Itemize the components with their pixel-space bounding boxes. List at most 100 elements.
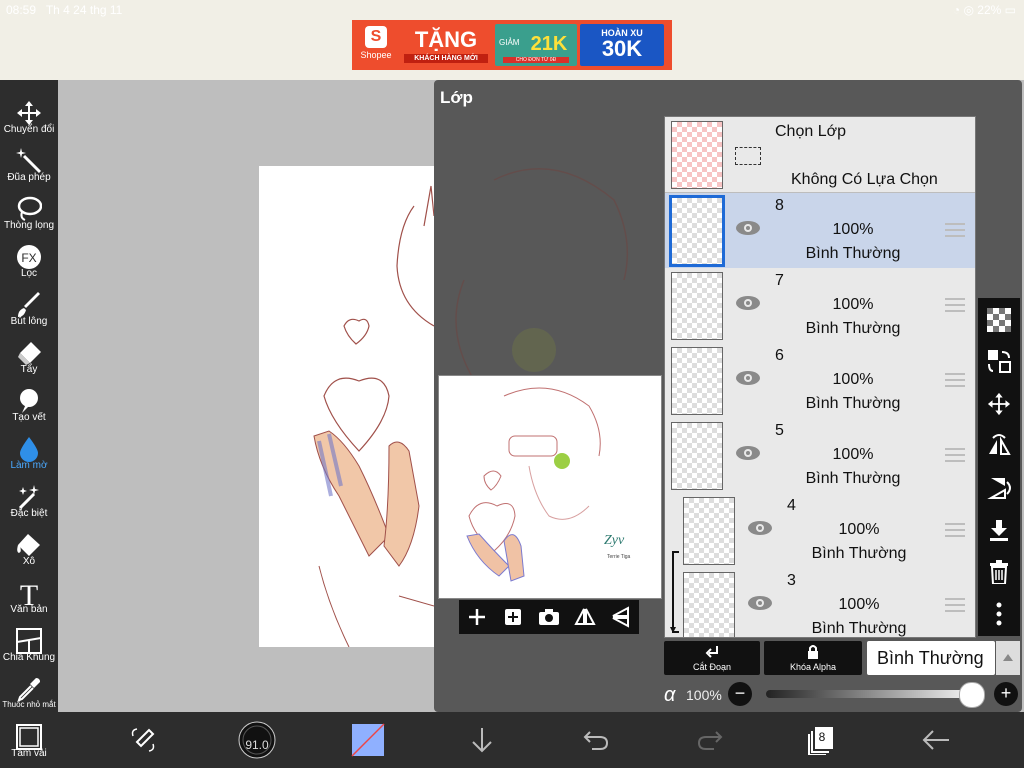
layer-row-4[interactable]: 4 100% Bình Thường bbox=[665, 493, 975, 569]
flip-layer-horizontal-button[interactable] bbox=[978, 426, 1020, 466]
selection-marquee-icon bbox=[735, 147, 761, 165]
shopee-logo: S Shopee bbox=[352, 20, 400, 70]
tool-text[interactable]: T Văn bản bbox=[0, 570, 58, 618]
tool-eraser[interactable]: Tẩy bbox=[0, 330, 58, 378]
canvas-icon bbox=[16, 724, 42, 750]
drawing-paper[interactable] bbox=[259, 166, 435, 648]
opacity-slider-knob[interactable] bbox=[959, 682, 985, 708]
eye-icon[interactable] bbox=[747, 595, 773, 611]
tool-blur[interactable]: Làm mờ bbox=[0, 426, 58, 474]
drag-handle-icon[interactable] bbox=[945, 373, 965, 391]
add-layer-copy-button[interactable] bbox=[495, 600, 531, 634]
move-icon bbox=[17, 101, 41, 125]
flip-layer-vertical-button[interactable] bbox=[978, 468, 1020, 508]
eye-icon[interactable] bbox=[735, 220, 761, 236]
layer-opacity: 100% bbox=[832, 371, 874, 388]
preview-toolbar bbox=[459, 600, 639, 634]
drag-handle-icon[interactable] bbox=[945, 523, 965, 541]
drag-handle-icon[interactable] bbox=[945, 298, 965, 316]
blend-mode-arrow-button[interactable] bbox=[996, 641, 1020, 675]
back-button[interactable] bbox=[908, 712, 964, 768]
layer-thumbnail bbox=[671, 347, 723, 415]
drag-handle-icon[interactable] bbox=[945, 223, 965, 241]
layer-transfer-icon bbox=[988, 350, 1011, 373]
ad-banner[interactable]: S Shopee TẶNG KHÁCH HÀNG MỚI GIẢM 21K CHO ĐƠ… bbox=[352, 20, 672, 70]
transparent-fill-button[interactable] bbox=[978, 300, 1020, 340]
undo-button[interactable] bbox=[568, 712, 624, 768]
eye-icon[interactable] bbox=[747, 520, 773, 536]
eye-icon[interactable] bbox=[735, 445, 761, 461]
layer-thumbnail bbox=[669, 195, 725, 267]
layer-opacity: 100% bbox=[832, 296, 874, 313]
tool-smudge[interactable]: Tạo vết bbox=[0, 378, 58, 426]
redo-button[interactable] bbox=[682, 712, 738, 768]
clipping-label: Cắt Đoạn bbox=[692, 662, 732, 672]
eye-icon[interactable] bbox=[735, 370, 761, 386]
tool-bucket[interactable]: Xô bbox=[0, 522, 58, 570]
layer-list: Chọn Lớp Không Có Lựa Chọn 8 100% Bình T… bbox=[664, 116, 976, 638]
move-layer-button[interactable] bbox=[978, 384, 1020, 424]
eye-icon[interactable] bbox=[735, 295, 761, 311]
more-options-button[interactable] bbox=[978, 594, 1020, 634]
opacity-decrease-button[interactable]: − bbox=[728, 682, 752, 706]
tool-transform[interactable]: Chuyển đổi bbox=[0, 90, 58, 138]
layer-count: 8 bbox=[818, 730, 826, 744]
opacity-increase-button[interactable]: + bbox=[994, 682, 1018, 706]
more-icon bbox=[996, 602, 1002, 626]
tool-lasso[interactable]: Thòng lọng bbox=[0, 186, 58, 234]
checker-icon bbox=[987, 308, 1011, 332]
layer-row-5[interactable]: 5 100% Bình Thường bbox=[665, 418, 975, 494]
battery-icon: ▭ bbox=[1004, 3, 1016, 17]
delete-layer-button[interactable] bbox=[978, 552, 1020, 592]
layer-thumbnail bbox=[671, 272, 723, 340]
preview-artwork: Zyv Terrie Tiga bbox=[466, 387, 631, 582]
add-layer-button[interactable] bbox=[459, 600, 495, 634]
battery-text: 22% bbox=[977, 3, 1002, 17]
layer-number: 8 bbox=[775, 197, 784, 214]
selection-layer-row[interactable]: Chọn Lớp Không Có Lựa Chọn bbox=[665, 117, 975, 193]
svg-text:T: T bbox=[20, 580, 38, 606]
layer-transfer-button[interactable] bbox=[978, 342, 1020, 382]
tool-brush[interactable]: Bút lông bbox=[0, 282, 58, 330]
eyedropper-icon bbox=[17, 678, 40, 702]
opacity-slider[interactable] bbox=[766, 690, 966, 698]
blend-mode-select[interactable]: Bình Thường bbox=[867, 641, 995, 675]
eraser-icon bbox=[18, 342, 41, 365]
brush-eraser-toggle-button[interactable] bbox=[115, 712, 171, 768]
smudge-icon bbox=[20, 389, 38, 413]
merge-down-button[interactable] bbox=[978, 510, 1020, 550]
clipping-bracket-icon bbox=[670, 551, 679, 633]
svg-text:FX: FX bbox=[21, 251, 36, 265]
tool-canvas[interactable]: Tấm vải bbox=[0, 714, 58, 762]
tool-eyedropper[interactable]: Thuốc nhỏ mắt bbox=[0, 666, 58, 714]
brush-eraser-swap-icon bbox=[131, 728, 155, 752]
drag-handle-icon[interactable] bbox=[945, 598, 965, 616]
bucket-icon bbox=[17, 534, 40, 556]
color-swatch-button[interactable] bbox=[340, 712, 396, 768]
selection-title: Chọn Lớp bbox=[775, 123, 846, 140]
flip-vertical-icon bbox=[987, 478, 1011, 499]
left-toolbar: Chuyển đổi Đũa phép Thòng lọng FX Lọc Bú… bbox=[0, 80, 58, 768]
layer-row-6[interactable]: 6 100% Bình Thường bbox=[665, 343, 975, 419]
layers-button[interactable]: 8 bbox=[794, 712, 850, 768]
layer-row-7[interactable]: 7 100% Bình Thường bbox=[665, 268, 975, 344]
tool-frame-divider[interactable]: Chia Khung bbox=[0, 618, 58, 666]
selection-thumbnail bbox=[671, 121, 723, 189]
plus-icon bbox=[469, 609, 485, 625]
flip-horizontal-button[interactable] bbox=[567, 600, 603, 634]
brush-size-button[interactable]: 91.0 bbox=[229, 712, 285, 768]
layer-row-3[interactable]: 3 100% Bình Thường bbox=[665, 568, 975, 637]
layer-row-8[interactable]: 8 100% Bình Thường bbox=[665, 193, 975, 269]
alpha-lock-button[interactable]: Khóa Alpha bbox=[764, 641, 862, 675]
layer-blend: Bình Thường bbox=[811, 620, 907, 637]
camera-button[interactable] bbox=[531, 600, 567, 634]
flip-vertical-button[interactable] bbox=[603, 600, 639, 634]
tool-special[interactable]: Đặc biệt bbox=[0, 474, 58, 522]
lasso-icon bbox=[17, 196, 42, 221]
clipping-button[interactable]: Cắt Đoạn bbox=[664, 641, 760, 675]
tool-magic-wand[interactable]: Đũa phép bbox=[0, 138, 58, 186]
tool-filter[interactable]: FX Lọc bbox=[0, 234, 58, 282]
artwork-sketch bbox=[313, 185, 435, 648]
drag-handle-icon[interactable] bbox=[945, 448, 965, 466]
download-button[interactable] bbox=[454, 712, 510, 768]
